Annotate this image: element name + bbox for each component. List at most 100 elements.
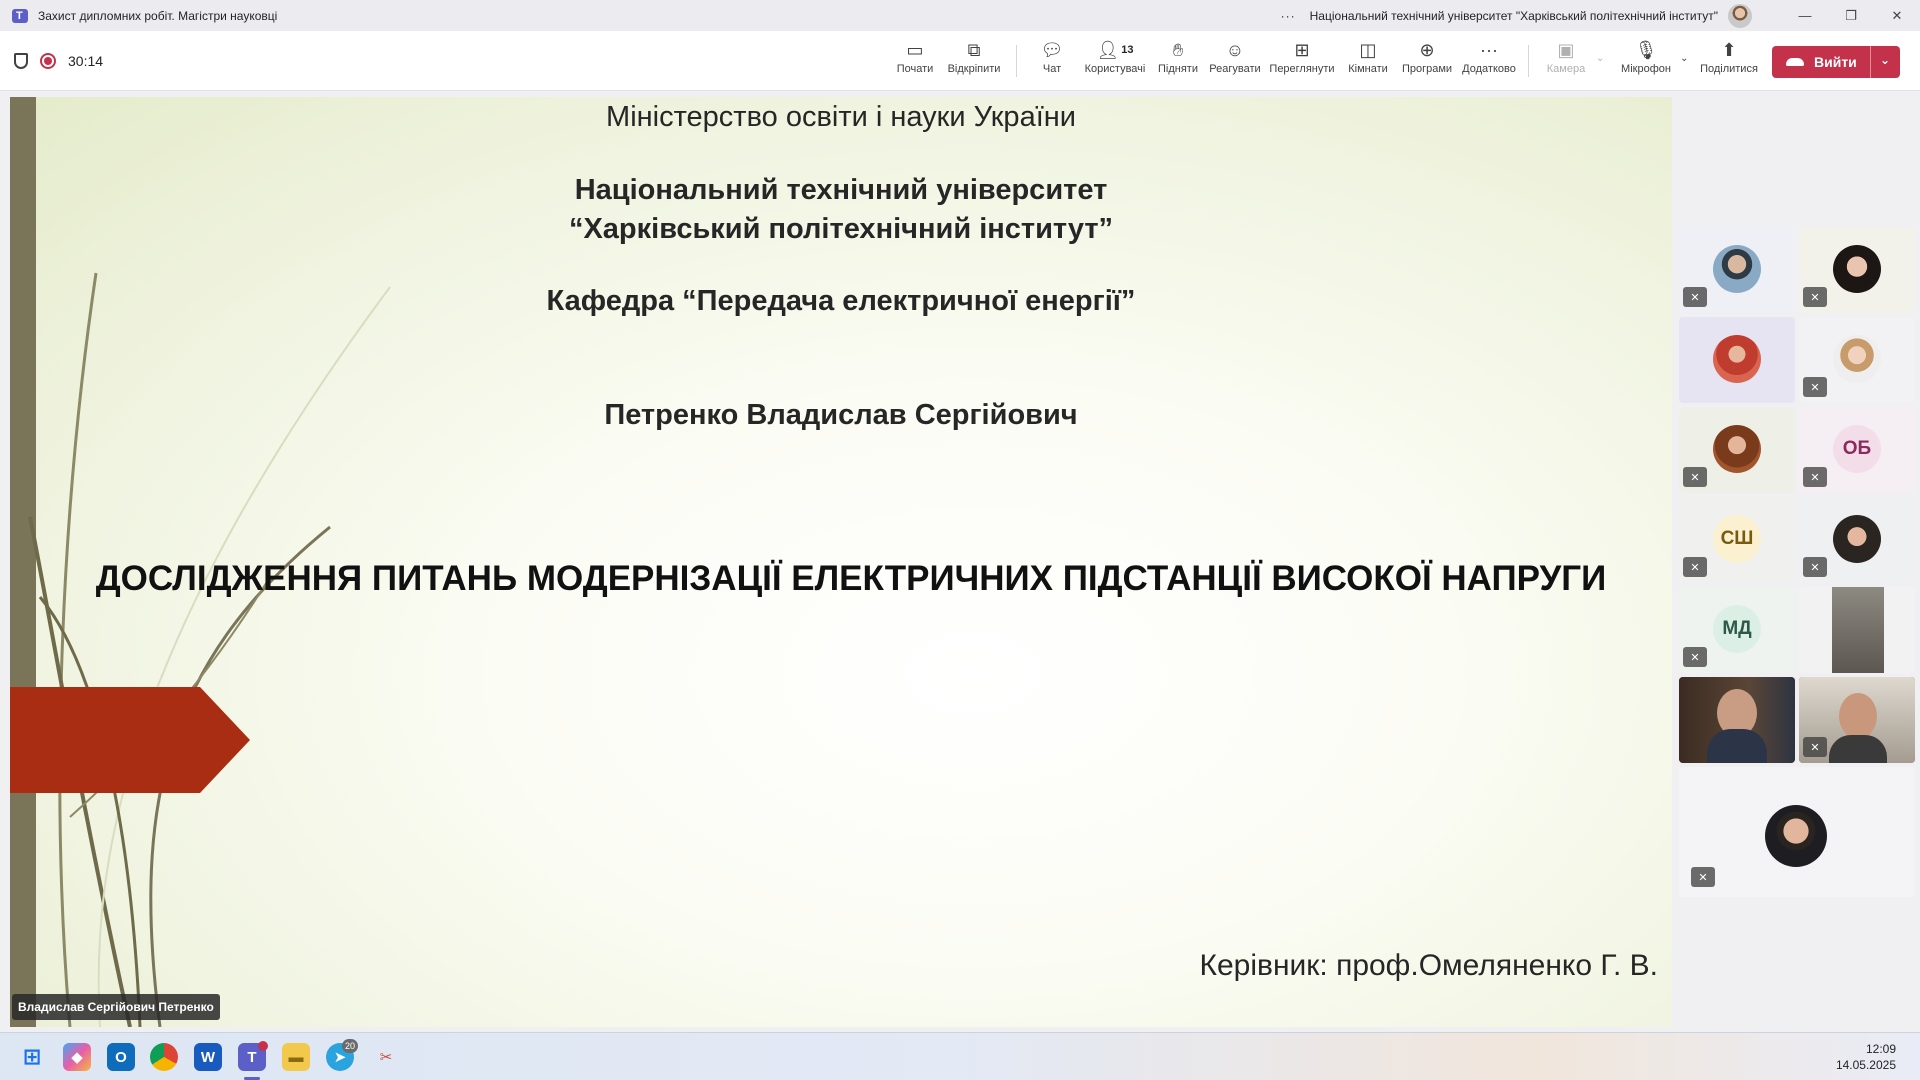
teams-app-icon (12, 8, 28, 23)
participant-tile[interactable]: ✕ (1679, 227, 1795, 313)
file-explorer-icon[interactable]: ▬ (282, 1043, 310, 1071)
apps-button[interactable]: ⊕ Програми (1400, 37, 1454, 87)
meeting-timer: 30:14 (68, 53, 104, 69)
add-app-icon: ⊕ (1419, 39, 1435, 60)
mic-off-icon: ✕ (1803, 557, 1827, 577)
people-icon: 👤︎ (1096, 39, 1120, 60)
phone-hangup-icon (1786, 58, 1804, 66)
title-bar: Захист дипломних робіт. Магістри науковц… (0, 0, 1920, 31)
share-screen-icon: ⬆ (1721, 39, 1737, 60)
avatar-initials: МД (1713, 605, 1761, 653)
department-name: Кафедра “Передача електричної енергії” (546, 285, 1136, 317)
close-window-button[interactable]: ✕ (1874, 0, 1920, 31)
mic-off-icon: ✕ (1803, 737, 1827, 757)
supervisor-line: Керівник: проф.Омеляненко Г. В. (1199, 949, 1659, 982)
participant-video-tile[interactable] (1799, 587, 1915, 673)
react-button[interactable]: ☺ Реагувати (1208, 37, 1262, 87)
participant-tile[interactable]: МД ✕ (1679, 587, 1795, 673)
avatar (1713, 425, 1761, 473)
shield-icon[interactable] (14, 53, 28, 69)
camera-button[interactable]: ▣ Камера (1544, 37, 1588, 87)
avatar-initials: СШ (1713, 515, 1761, 563)
rooms-icon: ◫ (1359, 39, 1377, 60)
participant-tile[interactable]: ✕ (1799, 227, 1915, 313)
notification-dot (258, 1041, 268, 1051)
windows-taskbar: ⊞ ◆ O W T ▬ ➤ 20 ✂ 12:09 14.05.2025 (0, 1032, 1920, 1080)
smiley-icon: ☺ (1225, 39, 1245, 60)
system-clock[interactable]: 12:09 14.05.2025 (1836, 1041, 1896, 1073)
participant-tile[interactable]: ✕ (1679, 767, 1915, 897)
microphone-button[interactable]: 🎙︎ Мікрофон (1618, 37, 1674, 87)
presenter-name-tag: Владислав Сергійович Петренко (12, 994, 220, 1020)
ministry-heading: Міністерство освіти і науки України (606, 101, 1076, 133)
word-icon[interactable]: W (194, 1043, 222, 1071)
avatar (1833, 335, 1881, 383)
grid-icon: ⊞ (1294, 39, 1310, 60)
clock-date: 14.05.2025 (1835, 1058, 1896, 1072)
avatar (1833, 515, 1881, 563)
copilot-icon[interactable]: ◆ (63, 1043, 91, 1071)
teams-meeting-window: Захист дипломних робіт. Магістри науковц… (0, 0, 1920, 1080)
popout-icon: ⧉ (967, 39, 981, 60)
telegram-badge: 20 (342, 1039, 359, 1053)
avatar (1713, 335, 1761, 383)
clock-time: 12:09 (1865, 1042, 1896, 1056)
participant-count: 13 (1121, 44, 1134, 56)
outlook-icon[interactable]: O (107, 1043, 135, 1071)
participant-tile[interactable]: СШ ✕ (1679, 497, 1795, 583)
slide-red-arrow (10, 687, 250, 793)
university-name-line1: Національний технічний університет (574, 174, 1108, 206)
screen-cursor-icon: ▭ (906, 39, 924, 60)
participant-video-tile[interactable] (1679, 677, 1795, 763)
snipping-tool-icon[interactable]: ✂ (372, 1043, 400, 1071)
mic-off-icon: ✕ (1683, 287, 1707, 307)
mic-off-icon: ✕ (1803, 287, 1827, 307)
avatar (1713, 245, 1761, 293)
mic-off-icon: ✕ (1683, 467, 1707, 487)
ellipsis-icon: ··· (1480, 39, 1498, 60)
toolbar-divider (1016, 45, 1017, 77)
camera-options-chevron-icon[interactable]: ⌄ (1596, 53, 1604, 64)
chrome-icon[interactable] (150, 1043, 178, 1071)
avatar-initials: ОБ (1833, 425, 1881, 473)
participant-tile[interactable]: ✕ (1679, 407, 1795, 493)
hand-icon: ✋︎ (1172, 39, 1184, 60)
participant-tile[interactable]: ✕ (1799, 497, 1915, 583)
mic-off-icon: ✕ (1683, 647, 1707, 667)
popout-button[interactable]: ⧉ Відкріпити (946, 37, 1002, 87)
share-button[interactable]: ⬆ Поділитися (1698, 37, 1760, 87)
people-button[interactable]: 👤︎ 13 Користувачі (1080, 37, 1150, 87)
camera-off-icon: ▣ (1557, 39, 1575, 60)
account-avatar[interactable] (1728, 3, 1752, 28)
rooms-button[interactable]: ◫ Кімнати (1346, 37, 1390, 87)
video-feed (1832, 587, 1884, 673)
thesis-topic: ДОСЛІДЖЕННЯ ПИТАНЬ МОДЕРНІЗАЦІЇ ЕЛЕКТРИЧ… (95, 559, 1607, 598)
mic-off-icon: ✕ (1683, 557, 1707, 577)
participant-video-tile[interactable]: ✕ (1799, 677, 1915, 763)
meeting-toolbar: 30:14 ▭ Почати ⧉ Відкріпити 💬︎ Чат 👤︎ 13 … (0, 31, 1920, 91)
restore-button[interactable]: ❐ (1828, 0, 1874, 31)
avatar (1765, 805, 1827, 867)
windows-start-icon[interactable]: ⊞ (18, 1043, 46, 1071)
leave-options-chevron-icon[interactable]: ⌄ (1880, 53, 1890, 67)
start-button[interactable]: ▭ Почати (897, 37, 934, 87)
participant-tile[interactable] (1679, 317, 1795, 403)
raise-hand-button[interactable]: ✋︎ Підняти (1158, 37, 1198, 87)
recording-icon (40, 53, 56, 69)
mic-off-icon: ✕ (1803, 467, 1827, 487)
more-options-icon[interactable]: ··· (1281, 9, 1296, 23)
avatar (1833, 245, 1881, 293)
chat-button[interactable]: 💬︎ Чат (1034, 37, 1070, 87)
view-button[interactable]: ⊞ Переглянути (1268, 37, 1336, 87)
leave-button[interactable]: Вийти ⌄ (1772, 46, 1900, 78)
university-name-line2: “Харківський політехнічний інститут” (568, 213, 1114, 245)
minimize-button[interactable]: — (1782, 0, 1828, 31)
mic-options-chevron-icon[interactable]: ⌄ (1680, 53, 1688, 64)
participant-tile[interactable]: ✕ (1799, 317, 1915, 403)
participant-tile[interactable]: ОБ ✕ (1799, 407, 1915, 493)
mic-off-icon: ✕ (1691, 867, 1715, 887)
chat-icon: 💬︎ (1040, 39, 1064, 60)
more-button[interactable]: ··· Додатково (1462, 37, 1516, 87)
shared-presentation-slide: Міністерство освіти і науки України Наці… (10, 97, 1672, 1027)
mic-off-icon: 🎙︎ (1634, 39, 1658, 60)
